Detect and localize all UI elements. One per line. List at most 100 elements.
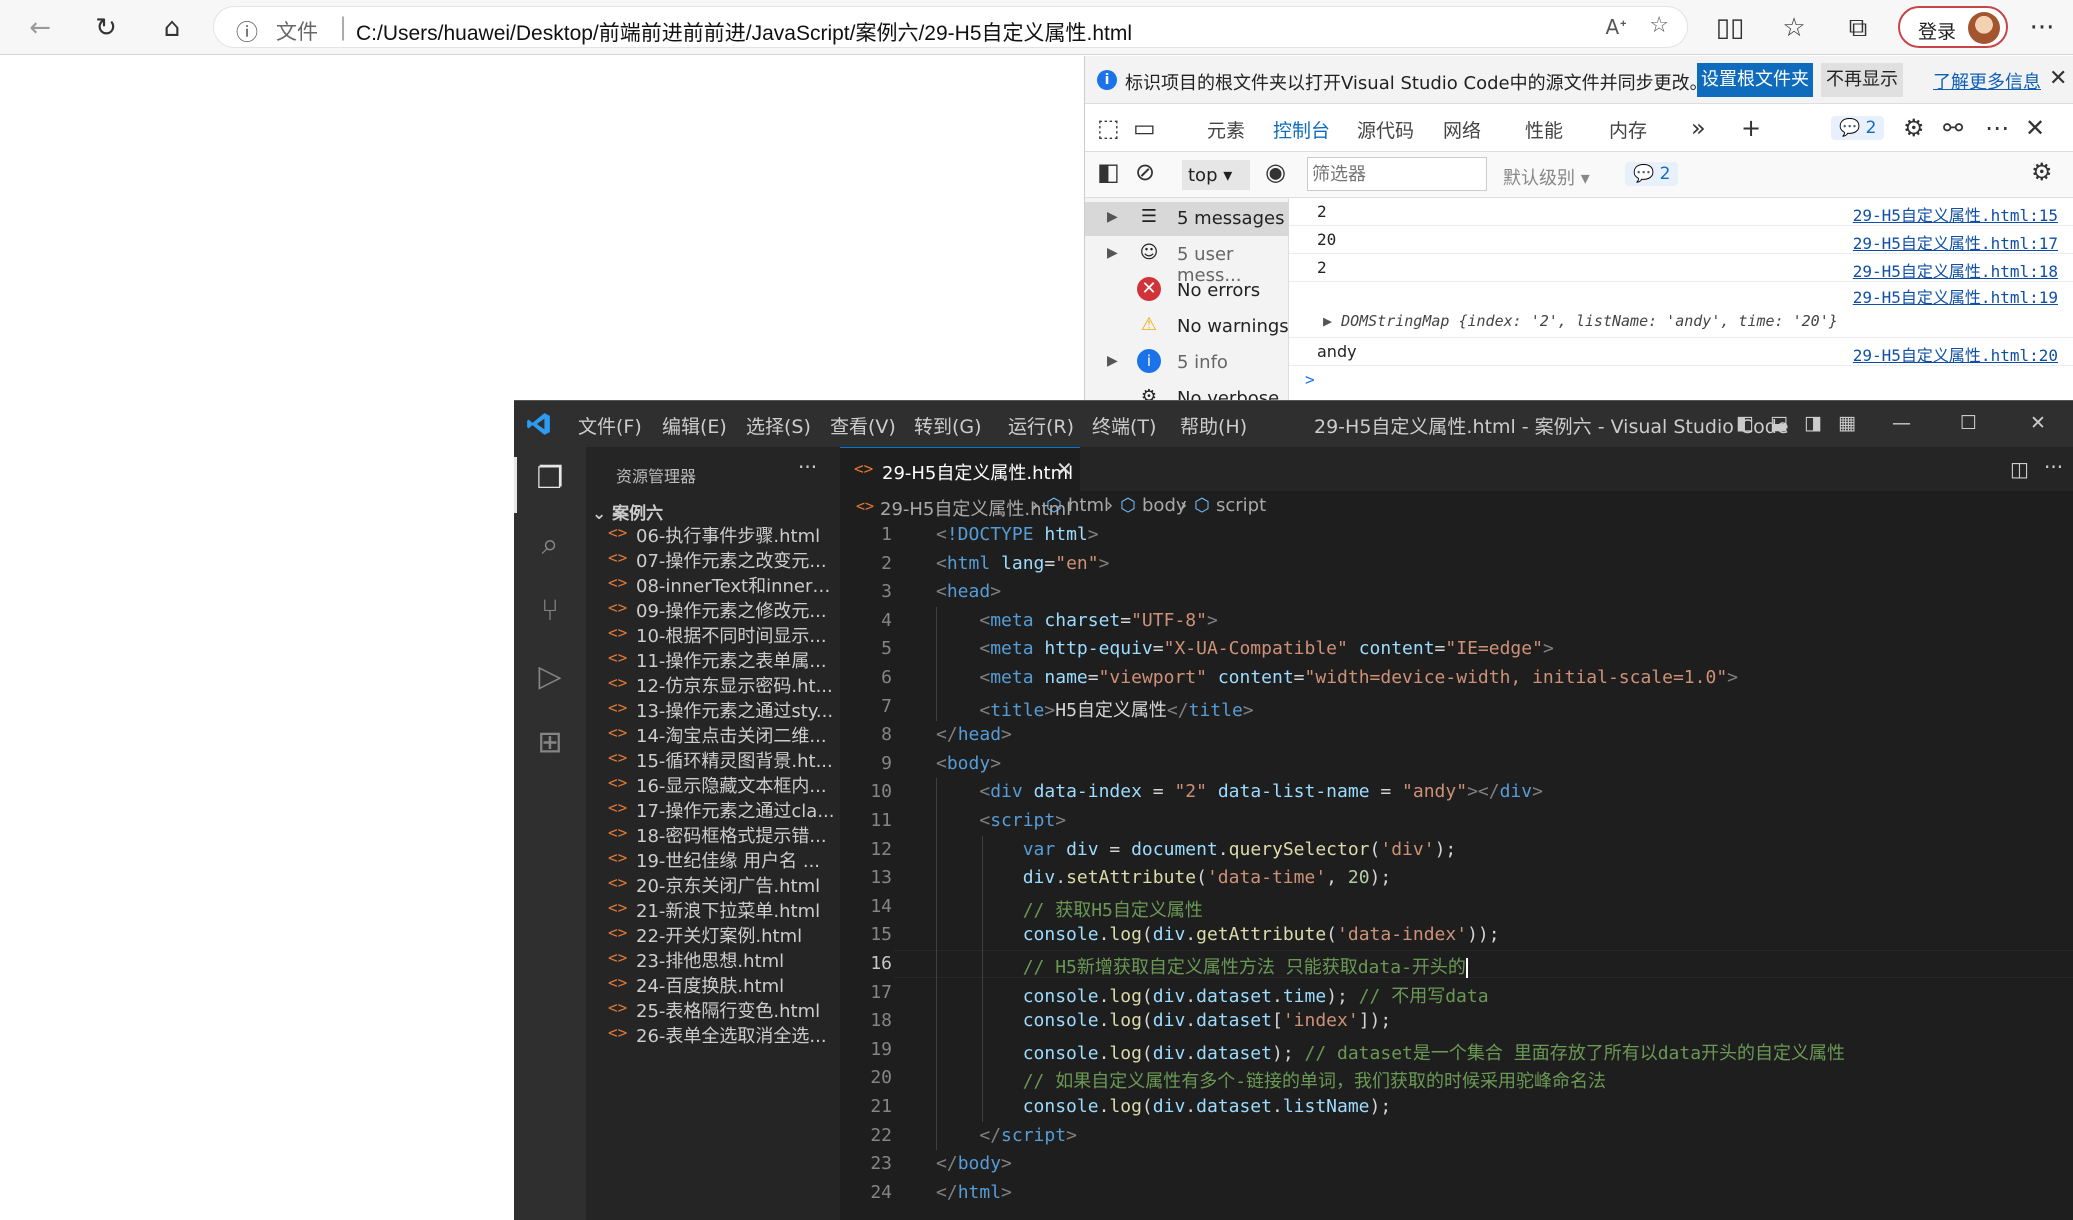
file-item[interactable]: <> 25-表格隔行变色.html bbox=[586, 996, 840, 1022]
menu-go[interactable]: 转到(G) bbox=[914, 412, 982, 439]
source-link[interactable]: 29-H5自定义属性.html:17 bbox=[1853, 230, 2058, 254]
file-item[interactable]: <> 19-世纪佳缘 用户名 ... bbox=[586, 846, 840, 872]
url-text[interactable]: C:/Users/huawei/Desktop/前端前进前前进/JavaScri… bbox=[356, 17, 1132, 47]
code-line[interactable]: console.log(div.getAttribute('data-index… bbox=[936, 924, 1500, 945]
set-root-folder-button[interactable]: 设置根文件夹 bbox=[1697, 63, 1813, 97]
file-item[interactable]: <> 24-百度换肤.html bbox=[586, 971, 840, 997]
code-line[interactable]: console.log(div.dataset.time); // 不用写dat… bbox=[936, 982, 1489, 1008]
file-item[interactable]: <> 22-开关灯案例.html bbox=[586, 921, 840, 947]
tab-network[interactable]: 网络 bbox=[1443, 116, 1481, 143]
editor-tab[interactable]: <> 29-H5自定义属性.html ✕ bbox=[840, 447, 1080, 491]
file-item[interactable]: <> 23-排他思想.html bbox=[586, 946, 840, 972]
file-item[interactable]: <> 17-操作元素之通过cla... bbox=[586, 796, 840, 822]
tab-sources[interactable]: 源代码 bbox=[1357, 116, 1414, 143]
split-screen-icon[interactable]: ▯▯ bbox=[1712, 10, 1748, 46]
levels-dropdown[interactable]: 默认级别 ▾ bbox=[1503, 164, 1590, 190]
expand-arrow-icon[interactable]: ▶ bbox=[1107, 353, 1118, 369]
address-bar[interactable]: ⓘ 文件 | C:/Users/huawei/Desktop/前端前进前前进/J… bbox=[213, 6, 1688, 48]
file-item[interactable]: <> 08-innerText和innerH... bbox=[586, 571, 840, 597]
code-line[interactable]: console.log(div.dataset); // dataset是一个集… bbox=[936, 1039, 1845, 1065]
collections-icon[interactable]: ⧉ bbox=[1840, 10, 1876, 46]
source-link[interactable]: 29-H5自定义属性.html:19 bbox=[1853, 284, 2058, 308]
more-icon[interactable]: ··· bbox=[2024, 10, 2060, 46]
menu-terminal[interactable]: 终端(T) bbox=[1092, 412, 1156, 439]
menu-help[interactable]: 帮助(H) bbox=[1180, 412, 1247, 439]
file-item[interactable]: <> 10-根据不同时间显示... bbox=[586, 621, 840, 647]
tab-elements[interactable]: 元素 bbox=[1207, 116, 1245, 143]
close-tab-icon[interactable]: ✕ bbox=[1056, 457, 1073, 481]
source-link[interactable]: 29-H5自定义属性.html:18 bbox=[1853, 258, 2058, 282]
home-icon[interactable]: ⌂ bbox=[154, 10, 190, 46]
run-debug-icon[interactable]: ▷ bbox=[528, 659, 572, 703]
expand-arrow-icon[interactable]: ▶ bbox=[1323, 312, 1341, 330]
code-line[interactable]: var div = document.querySelector('div'); bbox=[936, 839, 1457, 860]
tab-performance[interactable]: 性能 bbox=[1525, 116, 1563, 143]
source-link[interactable]: 29-H5自定义属性.html:20 bbox=[1853, 342, 2058, 366]
code-line[interactable]: </script> bbox=[936, 1125, 1077, 1146]
code-line[interactable]: // 获取H5自定义属性 bbox=[936, 896, 1203, 922]
filter-input[interactable] bbox=[1307, 157, 1487, 191]
toggle-panel-icon[interactable]: ⬓ bbox=[1770, 412, 1788, 434]
code-line[interactable]: <meta charset="UTF-8"> bbox=[936, 610, 1217, 631]
close-window-icon[interactable]: ✕ bbox=[2030, 412, 2046, 434]
code-line[interactable]: <meta name="viewport" content="width=dev… bbox=[936, 667, 1738, 688]
filter-issues-badge[interactable]: 💬 2 bbox=[1625, 162, 1679, 186]
file-item[interactable]: <> 18-密码框格式提示错... bbox=[586, 821, 840, 847]
code-line[interactable]: <script> bbox=[936, 810, 1066, 831]
code-line[interactable]: <meta http-equiv="X-UA-Compatible" conte… bbox=[936, 638, 1553, 659]
toggle-sidebar-icon[interactable]: ◧ bbox=[1736, 412, 1754, 434]
expand-arrow-icon[interactable]: ▶ bbox=[1107, 245, 1118, 261]
code-line[interactable]: <body> bbox=[936, 753, 1001, 774]
login-button[interactable]: 登录 bbox=[1898, 6, 2008, 48]
file-item[interactable]: <> 07-操作元素之改变元... bbox=[586, 546, 840, 572]
code-line[interactable]: <div data-index = "2" data-list-name = "… bbox=[936, 781, 1543, 802]
refresh-icon[interactable]: ↻ bbox=[88, 10, 124, 46]
menu-view[interactable]: 查看(V) bbox=[830, 412, 896, 439]
sidebar-user-messages[interactable]: ▶ ☺ 5 user mess... bbox=[1085, 238, 1289, 286]
toggle-secondary-sidebar-icon[interactable]: ◨ bbox=[1804, 412, 1822, 434]
breadcrumb-file[interactable]: 29-H5自定义属性.html bbox=[880, 495, 1071, 521]
more-tabs-icon[interactable]: » bbox=[1691, 114, 1706, 142]
file-item[interactable]: <> 11-操作元素之表单属... bbox=[586, 646, 840, 672]
code-editor[interactable]: 1 <!DOCTYPE html> 2 <html lang="en"> 3 <head>… bbox=[840, 521, 2073, 1220]
favorite-add-icon[interactable]: ☆ bbox=[1649, 13, 1669, 38]
file-item[interactable]: <> 21-新浪下拉菜单.html bbox=[586, 896, 840, 922]
sidebar-errors[interactable]: ✕ No errors bbox=[1085, 274, 1289, 308]
code-line[interactable]: </body> bbox=[936, 1153, 1012, 1174]
clear-console-icon[interactable]: ⊘ bbox=[1135, 158, 1155, 186]
code-line[interactable]: console.log(div.dataset.listName); bbox=[936, 1096, 1392, 1117]
console-settings-icon[interactable]: ⚙ bbox=[2031, 158, 2053, 186]
search-icon[interactable]: ⌕ bbox=[528, 527, 572, 571]
file-item[interactable]: <> 26-表单全选取消全选... bbox=[586, 1021, 840, 1047]
code-line[interactable]: </head> bbox=[936, 724, 1012, 745]
more-actions-icon[interactable]: ··· bbox=[2044, 455, 2063, 479]
minimize-icon[interactable]: — bbox=[1892, 412, 1911, 434]
file-item[interactable]: <> 15-循环精灵图背景.ht... bbox=[586, 746, 840, 772]
code-line[interactable]: // 如果自定义属性有多个-链接的单词，我们获取的时候采用驼峰命名法 bbox=[936, 1067, 1606, 1093]
split-editor-icon[interactable]: ◫ bbox=[2010, 457, 2029, 481]
sidebar-info[interactable]: ▶ i 5 info bbox=[1085, 346, 1289, 380]
file-item[interactable]: <> 13-操作元素之通过sty... bbox=[586, 696, 840, 722]
code-line[interactable]: // H5新增获取自定义属性方法 只能获取data-开头的 bbox=[936, 953, 1468, 979]
dont-show-button[interactable]: 不再显示 bbox=[1821, 63, 1903, 97]
inspect-icon[interactable]: ⬚ bbox=[1097, 114, 1120, 142]
back-icon[interactable]: ← bbox=[22, 10, 58, 46]
code-line[interactable]: <!DOCTYPE html> bbox=[936, 524, 1099, 545]
source-link[interactable]: 29-H5自定义属性.html:15 bbox=[1853, 202, 2058, 226]
issues-badge[interactable]: 💬 2 bbox=[1831, 116, 1885, 140]
info-icon[interactable]: ⓘ bbox=[236, 15, 258, 47]
device-emulation-icon[interactable]: ▭ bbox=[1133, 114, 1156, 142]
menu-edit[interactable]: 编辑(E) bbox=[662, 412, 727, 439]
close-devtools-icon[interactable]: ✕ bbox=[2025, 114, 2045, 142]
object-preview[interactable]: ▶ DOMStringMap {index: '2', listName: 'a… bbox=[1323, 312, 1838, 330]
sidebar-toggle-icon[interactable]: ◧ bbox=[1097, 158, 1120, 186]
tab-console[interactable]: 控制台 bbox=[1273, 116, 1331, 157]
customize-layout-icon[interactable]: ▦ bbox=[1838, 412, 1856, 434]
sidebar-verbose[interactable]: ⚙ No verbose bbox=[1085, 382, 1289, 400]
file-item[interactable]: <> 20-京东关闭广告.html bbox=[586, 871, 840, 897]
code-line[interactable]: div.setAttribute('data-time', 20); bbox=[936, 867, 1392, 888]
file-item[interactable]: <> 16-显示隐藏文本框内... bbox=[586, 771, 840, 797]
customize-icon[interactable]: ⚯ bbox=[1943, 114, 1963, 142]
code-line[interactable]: <title>H5自定义属性</title> bbox=[936, 696, 1253, 722]
menu-selection[interactable]: 选择(S) bbox=[746, 412, 811, 439]
